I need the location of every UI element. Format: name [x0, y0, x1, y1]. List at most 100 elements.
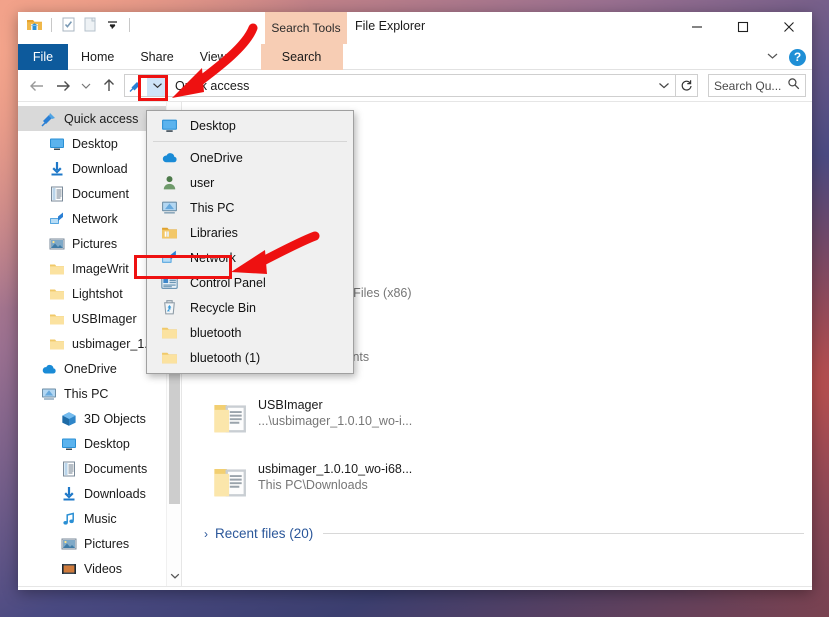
dropdown-item-desktop[interactable]: Desktop — [147, 113, 353, 138]
folder-icon — [159, 348, 179, 368]
dropdown-item-this-pc[interactable]: This PC — [147, 195, 353, 220]
address-path-text: Quick access — [167, 79, 653, 93]
folder-doc-icon — [204, 392, 258, 444]
ribbon-right-controls: ? — [766, 44, 806, 70]
window-title: File Explorer — [355, 19, 425, 33]
videos-icon — [60, 560, 78, 578]
back-button[interactable] — [24, 73, 50, 99]
file-tile-path: This PC\Downloads — [258, 478, 412, 492]
quick-access-toolbar — [26, 16, 133, 33]
sidebar-item-this-pc[interactable]: This PC — [18, 381, 181, 406]
dropdown-item-label: bluetooth — [190, 326, 241, 340]
music-icon — [60, 510, 78, 528]
dropdown-item-libraries[interactable]: Libraries — [147, 220, 353, 245]
tab-share[interactable]: Share — [127, 44, 186, 70]
dropdown-item-user[interactable]: user — [147, 170, 353, 195]
tab-file[interactable]: File — [18, 44, 68, 70]
tab-search[interactable]: Search — [261, 44, 343, 70]
network-icon — [159, 248, 179, 268]
tab-home[interactable]: Home — [68, 44, 127, 70]
dropdown-item-label: Desktop — [190, 119, 236, 133]
recent-locations-button[interactable] — [76, 73, 96, 99]
downloads-icon — [48, 160, 66, 178]
customize-qat-icon[interactable] — [104, 16, 121, 33]
dropdown-item-label: OneDrive — [190, 151, 243, 165]
pictures-icon — [60, 535, 78, 553]
onedrive-icon — [159, 148, 179, 168]
dropdown-item-label: Libraries — [190, 226, 238, 240]
dropdown-item-bluetooth-1[interactable]: bluetooth (1) — [147, 345, 353, 370]
desktop-icon — [48, 135, 66, 153]
ribbon-tab-strip: File Home Share View Search ? — [18, 44, 812, 70]
sidebar-item-label: ImageWrit — [72, 262, 129, 276]
dropdown-item-onedrive[interactable]: OneDrive — [147, 145, 353, 170]
chevron-down-icon[interactable] — [766, 48, 779, 66]
address-history-chevron-icon[interactable] — [653, 81, 675, 90]
pin-icon — [125, 79, 147, 93]
sidebar-item-downloads[interactable]: Downloads — [18, 481, 181, 506]
dropdown-item-label: user — [190, 176, 214, 190]
forward-button[interactable] — [50, 73, 76, 99]
qat-divider — [51, 18, 52, 32]
sidebar-item-label: This PC — [64, 387, 108, 401]
address-dropdown-button[interactable] — [147, 75, 167, 96]
maximize-button[interactable] — [720, 12, 766, 42]
window-controls — [674, 12, 812, 42]
folder-icon — [48, 310, 66, 328]
folder-doc-icon — [204, 456, 258, 508]
minimize-button[interactable] — [674, 12, 720, 42]
desktop-icon — [60, 435, 78, 453]
contextual-tab-group-label: Search Tools — [265, 12, 347, 44]
libraries-icon — [159, 223, 179, 243]
dropdown-item-recycle-bin[interactable]: Recycle Bin — [147, 295, 353, 320]
sidebar-item-documents[interactable]: Documents — [18, 456, 181, 481]
up-button[interactable] — [96, 73, 122, 99]
explorer-icon[interactable] — [26, 16, 43, 33]
sidebar-item-label: Network — [72, 212, 118, 226]
sidebar-item-desktop[interactable]: Desktop — [18, 431, 181, 456]
sidebar-item-label: Download — [72, 162, 128, 176]
address-bar[interactable]: Quick access — [124, 74, 676, 97]
sidebar-item-videos[interactable]: Videos — [18, 556, 181, 581]
new-folder-icon[interactable] — [82, 16, 99, 33]
status-bar: 29 items — [18, 586, 812, 590]
sidebar-item-label: Pictures — [72, 237, 117, 251]
sidebar-item-label: Music — [84, 512, 117, 526]
file-tile[interactable]: USBImager...\usbimager_1.0.10_wo-i... — [204, 388, 484, 452]
sidebar-item-3d-objects[interactable]: 3D Objects — [18, 406, 181, 431]
search-icon[interactable] — [787, 77, 800, 95]
control-panel-icon — [159, 273, 179, 293]
file-tile[interactable]: usbimager_1.0.10_wo-i68...This PC\Downlo… — [204, 452, 484, 516]
recycle-bin-icon — [159, 298, 179, 318]
folder-icon — [159, 323, 179, 343]
thispc-icon — [159, 198, 179, 218]
sidebar-item-label: OneDrive — [64, 362, 117, 376]
sidebar-item-music[interactable]: Music — [18, 506, 181, 531]
refresh-button[interactable] — [675, 74, 698, 97]
network-icon — [48, 210, 66, 228]
tab-view[interactable]: View — [187, 44, 240, 70]
help-icon[interactable]: ? — [789, 49, 806, 66]
properties-icon[interactable] — [60, 16, 77, 33]
folder-icon — [48, 260, 66, 278]
dropdown-item-network[interactable]: Network — [147, 245, 353, 270]
user-icon — [159, 173, 179, 193]
search-input[interactable]: Search Qu... — [708, 74, 806, 97]
dropdown-item-label: This PC — [190, 201, 234, 215]
dropdown-item-control-panel[interactable]: Control Panel — [147, 270, 353, 295]
recent-files-section-header[interactable]: › Recent files (20) — [204, 526, 804, 541]
desktop-icon — [159, 116, 179, 136]
sidebar-item-pictures[interactable]: Pictures — [18, 531, 181, 556]
sidebar-item-label: Documents — [84, 462, 147, 476]
sidebar-item-label: Desktop — [72, 137, 118, 151]
chevron-right-icon[interactable]: › — [204, 527, 208, 541]
address-bar-row: Quick access Search Qu... — [18, 70, 812, 102]
sidebar-item-label: Lightshot — [72, 287, 123, 301]
scroll-down-arrow-icon[interactable] — [167, 568, 182, 584]
address-dropdown-menu[interactable]: Desktop OneDrive user This PC Libraries Netwo… — [146, 110, 354, 374]
dropdown-item-bluetooth[interactable]: bluetooth — [147, 320, 353, 345]
close-button[interactable] — [766, 12, 812, 42]
documents-icon — [48, 185, 66, 203]
pictures-icon — [48, 235, 66, 253]
file-tile-name: USBImager — [258, 398, 412, 412]
